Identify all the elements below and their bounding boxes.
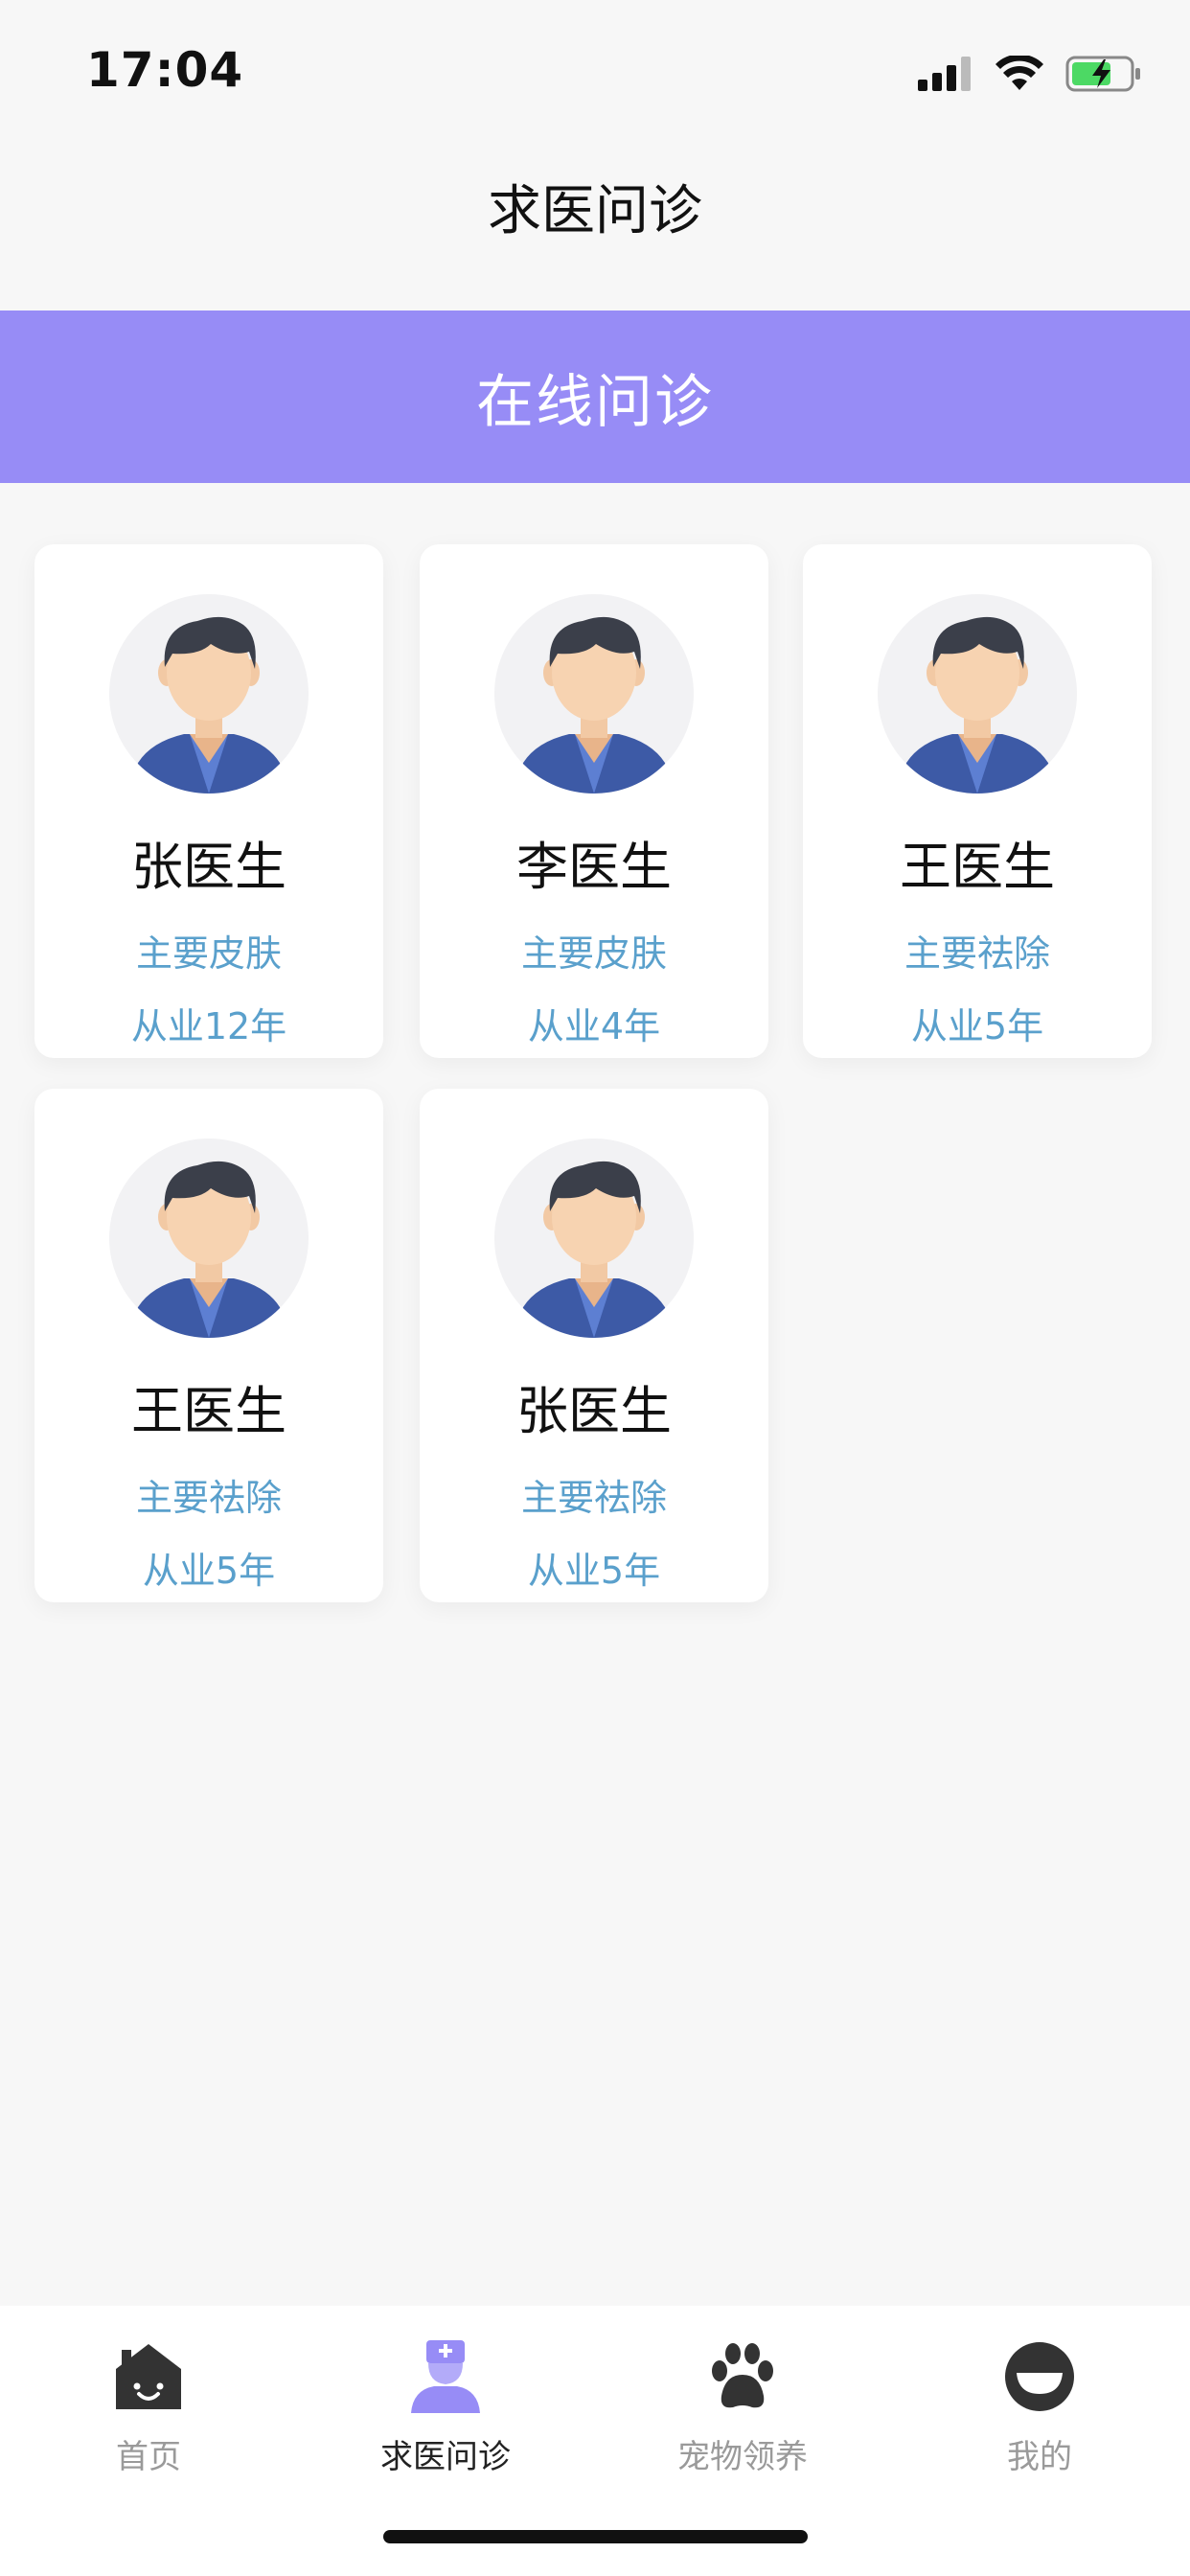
doctor-name: 王医生	[131, 1381, 286, 1441]
tab-consult[interactable]: 求医问诊	[297, 2329, 594, 2476]
doctor-card[interactable]: 王医生 主要祛除 从业5年	[34, 1089, 383, 1602]
home-icon	[116, 2344, 181, 2409]
status-time: 17:04	[86, 42, 244, 98]
paw-icon	[712, 2343, 773, 2408]
doctor-card[interactable]: 张医生 主要皮肤 从业12年	[34, 544, 383, 1058]
doctor-experience: 从业12年	[130, 1005, 287, 1047]
doctor-experience: 从业5年	[527, 1550, 661, 1592]
wifi-icon	[995, 56, 1043, 90]
tab-adoption[interactable]: 宠物领养	[594, 2329, 891, 2476]
tab-profile[interactable]: 我的	[891, 2329, 1188, 2476]
home-indicator	[383, 2530, 808, 2543]
tab-home-label: 首页	[116, 2438, 181, 2476]
tab-profile-label: 我的	[1007, 2438, 1072, 2476]
doctor-experience: 从业5年	[910, 1005, 1044, 1047]
doctor-avatar-icon	[494, 1138, 694, 1338]
doctor-card[interactable]: 李医生 主要皮肤 从业4年	[420, 544, 768, 1058]
doctor-specialty: 主要祛除	[520, 1477, 667, 1519]
tab-home[interactable]: 首页	[0, 2329, 297, 2476]
doctor-specialty: 主要皮肤	[520, 932, 667, 975]
status-bar: 17:04	[0, 0, 1190, 144]
tab-consult-label: 求医问诊	[380, 2438, 511, 2476]
doctor-avatar-icon	[109, 594, 309, 794]
doctor-avatar-icon	[878, 594, 1077, 794]
doctor-name: 王医生	[900, 837, 1055, 897]
doctor-experience: 从业5年	[142, 1550, 276, 1592]
doctor-avatar-icon	[109, 1138, 309, 1338]
profile-icon	[1005, 2342, 1074, 2411]
doctor-specialty: 主要祛除	[904, 932, 1050, 975]
status-icons	[918, 50, 1142, 98]
doctor-name: 李医生	[516, 837, 672, 897]
battery-charging-icon	[1065, 56, 1140, 92]
banner-label: 在线问诊	[476, 368, 714, 436]
doctor-name: 张医生	[131, 837, 286, 897]
app-screen: 17:04 求医问诊 在线问诊 张医生 主要皮肤 从业12年 李医生 主要皮肤 …	[0, 0, 1190, 2576]
nurse-icon	[411, 2340, 480, 2413]
doctor-avatar-icon	[494, 594, 694, 794]
cellular-signal-icon	[918, 57, 971, 91]
doctor-specialty: 主要祛除	[135, 1477, 282, 1519]
online-consult-banner[interactable]: 在线问诊	[0, 310, 1190, 483]
tab-adoption-label: 宠物领养	[677, 2438, 808, 2476]
doctor-card[interactable]: 张医生 主要祛除 从业5年	[420, 1089, 768, 1602]
doctor-name: 张医生	[516, 1381, 672, 1441]
doctor-card[interactable]: 王医生 主要祛除 从业5年	[803, 544, 1152, 1058]
doctor-specialty: 主要皮肤	[135, 932, 282, 975]
doctor-experience: 从业4年	[527, 1005, 661, 1047]
page-title: 求医问诊	[488, 180, 702, 242]
